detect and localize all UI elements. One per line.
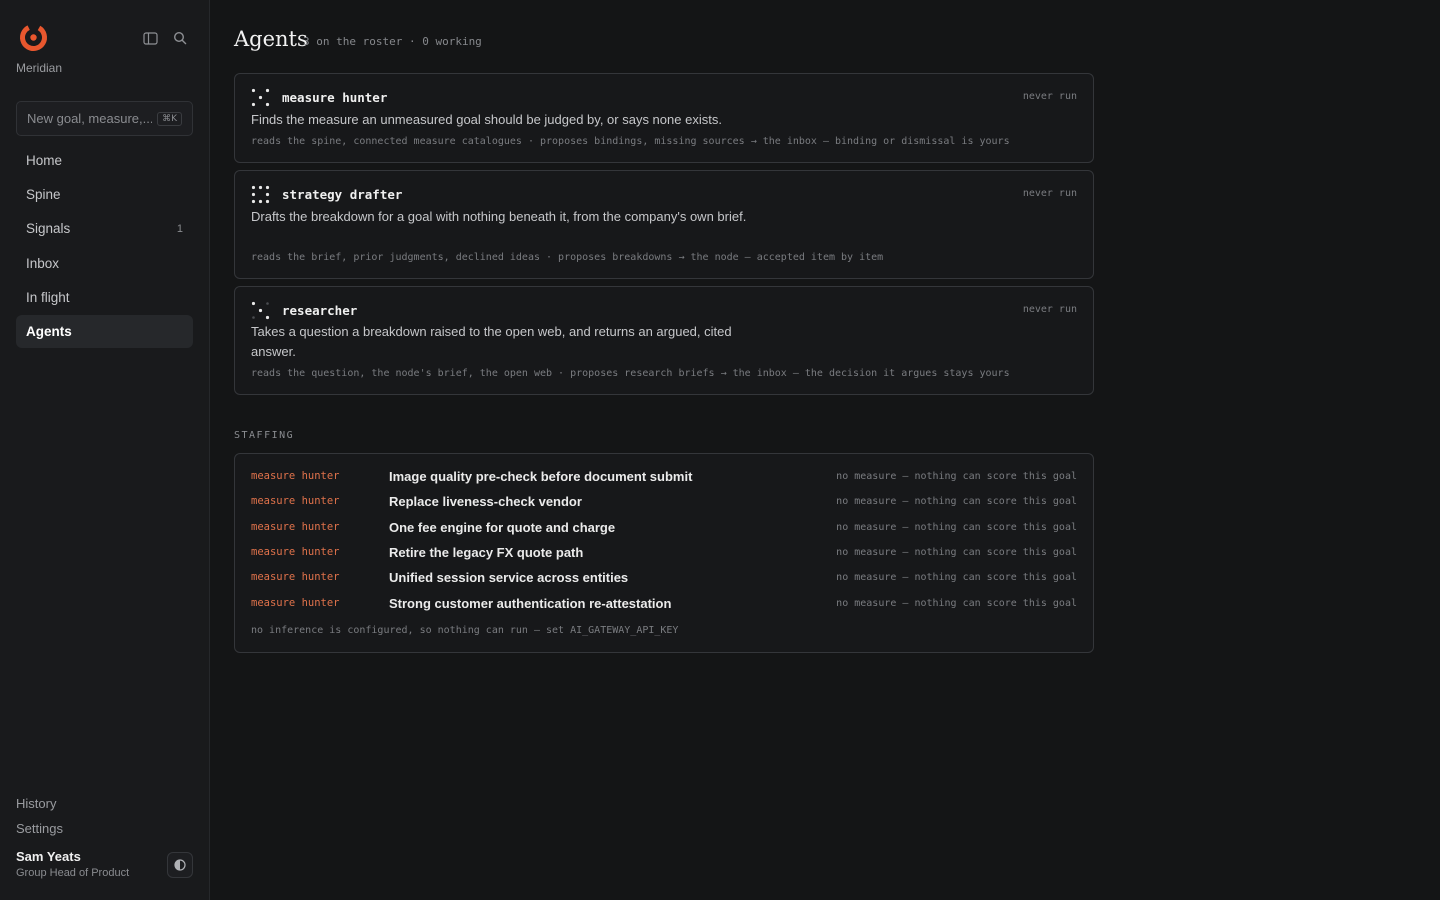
page-subtitle: 3 on the roster · 0 working [303,35,482,48]
sidebar-item-in-flight[interactable]: In flight [16,281,193,314]
staffing-row[interactable]: measure hunter One fee engine for quote … [251,517,1077,537]
agent-meta: reads the question, the node's brief, th… [251,368,1010,379]
agent-meta: reads the brief, prior judgments, declin… [251,252,884,263]
staffing-status: no measure — nothing can score this goal [836,597,1077,609]
staffing-goal[interactable]: Strong customer authentication re-attest… [389,596,671,611]
user-role: Group Head of Product [16,867,130,879]
staffing-footer-note: no inference is configured, so nothing c… [251,625,679,636]
command-search[interactable]: ⌘K [16,101,193,136]
staffing-status: no measure — nothing can score this goal [836,470,1077,482]
staffing-agent[interactable]: measure hunter [251,597,389,609]
staffing-goal[interactable]: Replace liveness-check vendor [389,494,582,509]
brand-name: Meridian [16,61,63,75]
staffing-heading: STAFFING [234,430,295,441]
agent-run-status: never run [1022,188,1077,199]
agent-card-measure-hunter[interactable]: measure hunter never run Finds the measu… [234,73,1094,163]
sidebar-nav: Home Spine Signals 1 Inbox In flight Age… [16,144,193,349]
agent-card-researcher[interactable]: researcher never run Takes a question a … [234,286,1094,395]
sidebar-item-label: Signals [26,221,71,237]
staffing-row[interactable]: measure hunter Unified session service a… [251,567,1077,587]
agent-name: measure hunter [282,90,388,105]
agent-description: Drafts the breakdown for a goal with not… [251,209,747,224]
staffing-status: no measure — nothing can score this goal [836,571,1077,583]
staffing-agent[interactable]: measure hunter [251,470,389,482]
staffing-agent[interactable]: measure hunter [251,495,389,507]
dots-grid-icon [251,88,270,107]
agent-run-status: never run [1022,304,1077,315]
staffing-row[interactable]: measure hunter Strong customer authentic… [251,593,1077,613]
theme-contrast-icon [174,859,186,871]
meridian-logo[interactable] [18,22,49,53]
sidebar-item-spine[interactable]: Spine [16,178,193,211]
staffing-row[interactable]: measure hunter Replace liveness-check ve… [251,491,1077,511]
agent-card-strategy-drafter[interactable]: strategy drafter never run Drafts the br… [234,170,1094,279]
staffing-status: no measure — nothing can score this goal [836,521,1077,533]
shortcut-hint: ⌘K [157,111,182,126]
sidebar-item-label: In flight [26,289,70,305]
search-input[interactable] [27,111,152,126]
theme-toggle-button[interactable] [167,852,193,878]
sidebar-item-label: Home [26,153,63,168]
sidebar-item-signals[interactable]: Signals 1 [16,212,193,245]
staffing-status: no measure — nothing can score this goal [836,546,1077,558]
staffing-table: measure hunter Image quality pre-check b… [234,453,1094,653]
signals-count-badge: 1 [176,222,183,235]
history-link[interactable]: History [16,796,56,811]
agent-description: Takes a question a breakdown raised to t… [251,324,732,359]
sidebar: Meridian ⌘K Home Spine Signals 1 Inbox [0,0,210,900]
sidebar-item-agents[interactable]: Agents [16,314,193,348]
sidebar-item-inbox[interactable]: Inbox [16,247,193,280]
staffing-goal[interactable]: Unified session service across entities [389,570,628,585]
dots-grid-icon [251,185,270,204]
staffing-row[interactable]: measure hunter Retire the legacy FX quot… [251,542,1077,562]
agent-description: Finds the measure an unmeasured goal sho… [251,112,722,127]
staffing-agent[interactable]: measure hunter [251,521,389,533]
sidebar-toggle-icon[interactable] [141,29,159,47]
sidebar-item-label: Agents [26,323,72,339]
user-name[interactable]: Sam Yeats [16,849,81,864]
agent-meta: reads the spine, connected measure catal… [251,136,1010,147]
staffing-goal[interactable]: Retire the legacy FX quote path [389,545,583,560]
staffing-goal[interactable]: One fee engine for quote and charge [389,520,615,535]
agent-name: strategy drafter [282,187,403,202]
settings-link[interactable]: Settings [16,821,63,836]
sidebar-item-home[interactable]: Home [16,144,193,177]
search-icon[interactable] [171,29,189,47]
agent-name: researcher [282,303,358,318]
sidebar-item-label: Inbox [26,255,60,271]
staffing-goal[interactable]: Image quality pre-check before document … [389,469,692,484]
agent-run-status: never run [1022,91,1077,102]
dots-grid-icon [251,301,270,320]
sidebar-item-label: Spine [26,187,61,203]
page-title: Agents [234,27,308,51]
staffing-status: no measure — nothing can score this goal [836,495,1077,507]
staffing-agent[interactable]: measure hunter [251,546,389,558]
staffing-row[interactable]: measure hunter Image quality pre-check b… [251,466,1077,486]
staffing-agent[interactable]: measure hunter [251,571,389,583]
